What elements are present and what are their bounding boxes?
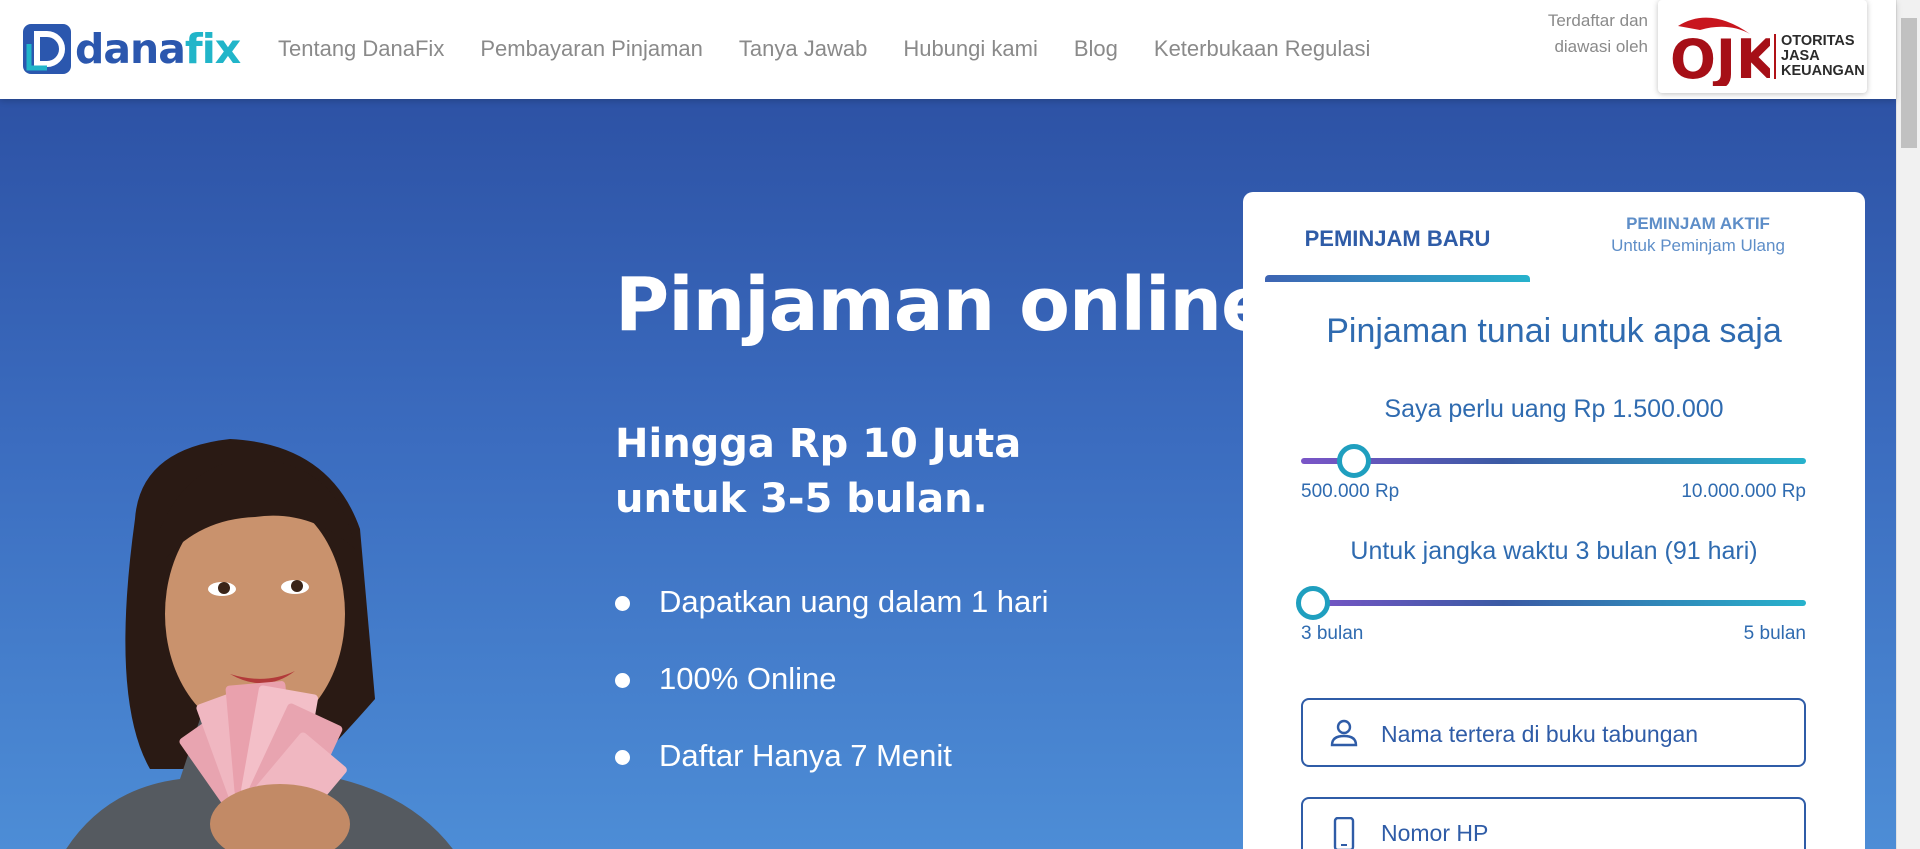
tab-peminjam-aktif-sublabel: Untuk Peminjam Ulang bbox=[1611, 236, 1785, 255]
amount-slider-thumb[interactable] bbox=[1337, 444, 1372, 478]
logo-wordmark: danafix bbox=[75, 28, 241, 70]
bullet-icon bbox=[615, 596, 630, 611]
name-field-placeholder: Nama tertera di buku tabungan bbox=[1381, 721, 1699, 747]
phone-field-placeholder: Nomor HP bbox=[1381, 820, 1489, 846]
ojk-logo-icon: OJK bbox=[1670, 17, 1770, 86]
ojk-org-line1: OTORITAS bbox=[1781, 33, 1855, 49]
active-tab-indicator bbox=[1265, 275, 1530, 282]
benefit-text: Daftar Hanya 7 Menit bbox=[659, 738, 952, 773]
phone-field[interactable]: Nomor HP bbox=[1301, 797, 1806, 849]
person-icon bbox=[1330, 719, 1358, 747]
term-min-label: 3 bulan bbox=[1301, 623, 1364, 644]
name-field[interactable]: Nama tertera di buku tabungan bbox=[1301, 698, 1806, 767]
ojk-note: Terdaftar dan diawasi oleh bbox=[1518, 8, 1648, 60]
term-slider-track[interactable] bbox=[1301, 600, 1806, 606]
tab-peminjam-aktif[interactable]: PEMINJAM AKTIF Untuk Peminjam Ulang bbox=[1573, 192, 1823, 282]
nav-blog[interactable]: Blog bbox=[1074, 36, 1118, 62]
tab-peminjam-aktif-label: PEMINJAM AKTIF bbox=[1626, 214, 1770, 233]
ojk-org-line2: JASA bbox=[1781, 48, 1820, 64]
ojk-org-name: OTORITAS JASA KEUANGAN bbox=[1774, 34, 1865, 79]
woman-holding-money-image bbox=[66, 439, 453, 849]
bullet-icon bbox=[615, 673, 630, 688]
hero-subtitle-line2: untuk 3-5 bulan. bbox=[615, 476, 988, 522]
loan-form-card: PEMINJAM BARU PEMINJAM AKTIF Untuk Pemin… bbox=[1243, 192, 1865, 849]
benefit-item: Dapatkan uang dalam 1 hari bbox=[615, 584, 1048, 661]
hero-subtitle: Hingga Rp 10 Juta untuk 3-5 bulan. bbox=[615, 417, 1021, 527]
benefit-text: Dapatkan uang dalam 1 hari bbox=[659, 584, 1049, 619]
term-max-label: 5 bulan bbox=[1743, 623, 1806, 644]
tab-peminjam-baru-label: PEMINJAM BARU bbox=[1304, 226, 1491, 251]
ojk-note-line2: diawasi oleh bbox=[1554, 37, 1648, 56]
form-heading: Pinjaman tunai untuk apa saja bbox=[1326, 312, 1782, 350]
tab-peminjam-baru[interactable]: PEMINJAM BARU bbox=[1265, 192, 1530, 282]
nav-keterbukaan[interactable]: Keterbukaan Regulasi bbox=[1154, 36, 1370, 62]
nav-tanya-jawab[interactable]: Tanya Jawab bbox=[739, 36, 867, 62]
site-header: danafix Tentang DanaFix Pembayaran Pinja… bbox=[0, 0, 1896, 99]
hero-title: Pinjaman online bbox=[615, 262, 1271, 348]
page-scrollbar[interactable] bbox=[1896, 0, 1920, 849]
phone-icon bbox=[1333, 817, 1355, 849]
nav-tentang[interactable]: Tentang DanaFix bbox=[278, 36, 444, 62]
amount-max-label: 10.000.000 Rp bbox=[1681, 481, 1806, 502]
benefit-text: 100% Online bbox=[659, 661, 837, 696]
amount-slider-track[interactable] bbox=[1301, 458, 1806, 464]
benefit-item: Daftar Hanya 7 Menit bbox=[615, 738, 1048, 815]
scrollbar-thumb[interactable] bbox=[1901, 18, 1917, 148]
amount-min-label: 500.000 Rp bbox=[1301, 481, 1400, 502]
amount-slider-label: Saya perlu uang Rp 1.500.000 bbox=[1384, 395, 1724, 423]
hero-subtitle-line1: Hingga Rp 10 Juta bbox=[615, 421, 1022, 467]
danafix-logo[interactable]: danafix bbox=[23, 24, 241, 74]
logo-word-dana: dana bbox=[75, 24, 186, 73]
term-slider-thumb[interactable] bbox=[1296, 586, 1330, 620]
nav-hubungi[interactable]: Hubungi kami bbox=[903, 36, 1038, 62]
ojk-org-line3: KEUANGAN bbox=[1781, 63, 1865, 79]
ojk-badge[interactable]: OJK OTORITAS JASA KEUANGAN bbox=[1658, 0, 1867, 93]
logo-word-fix: fix bbox=[184, 24, 241, 73]
main-nav: Tentang DanaFix Pembayaran Pinjaman Tany… bbox=[278, 36, 1406, 62]
ojk-logo-text: OJK bbox=[1670, 28, 1770, 86]
benefit-item: 100% Online bbox=[615, 661, 1048, 738]
nav-pembayaran[interactable]: Pembayaran Pinjaman bbox=[480, 36, 703, 62]
ojk-note-line1: Terdaftar dan bbox=[1547, 11, 1648, 30]
bullet-icon bbox=[615, 750, 630, 765]
danafix-logo-mark bbox=[23, 24, 71, 74]
hero-benefits-list: Dapatkan uang dalam 1 hari 100% Online D… bbox=[615, 584, 1048, 815]
term-slider-label: Untuk jangka waktu 3 bulan (91 hari) bbox=[1350, 537, 1758, 565]
